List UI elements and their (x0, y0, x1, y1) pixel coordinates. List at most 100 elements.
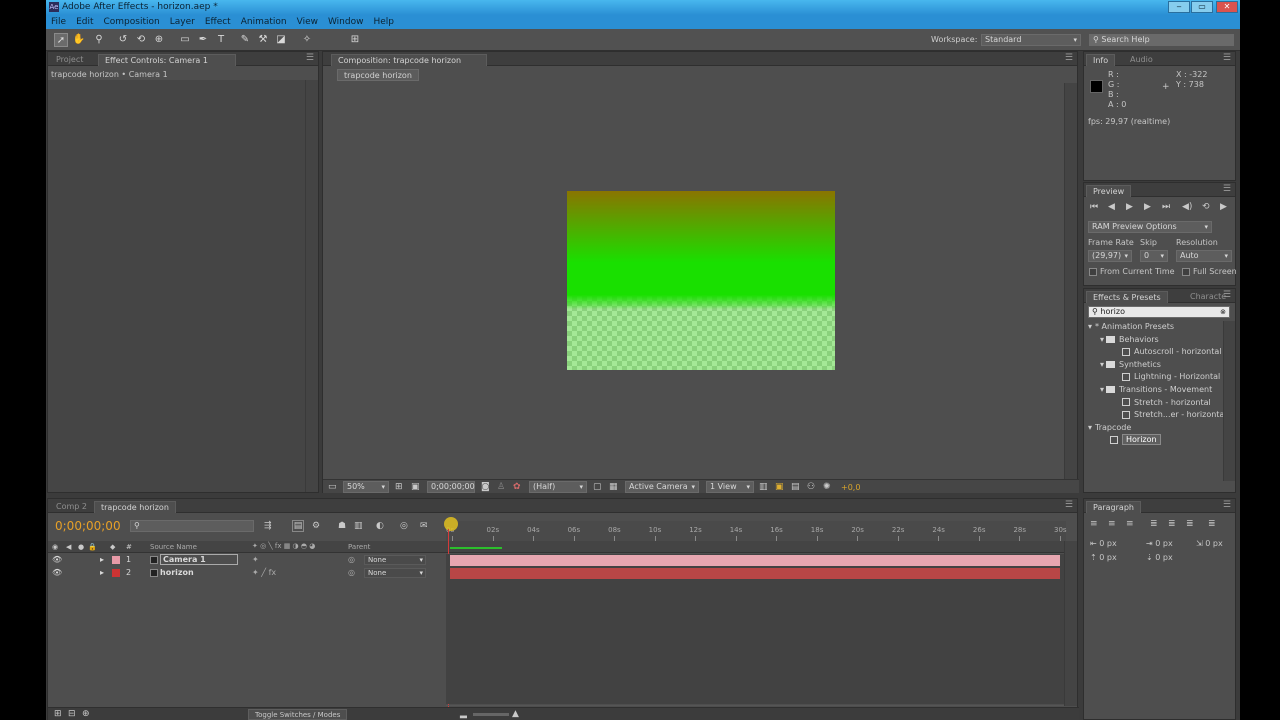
flowchart-icon[interactable]: ⚇ (807, 482, 815, 492)
eye-icon[interactable]: 👁 (52, 554, 62, 566)
next-frame-icon[interactable]: ▶ (1144, 202, 1151, 212)
menu-view[interactable]: View (292, 15, 323, 29)
tab-trapcode-horizon[interactable]: trapcode horizon (94, 501, 176, 513)
justify-right-icon[interactable]: ≣ (1186, 519, 1194, 529)
effects-tree-item[interactable]: ▾ * Animation Presets (1084, 321, 1221, 333)
disclosure-triangle-icon[interactable]: ▾ (1100, 335, 1104, 344)
tab-preview[interactable]: Preview (1086, 185, 1132, 197)
clear-search-icon[interactable]: ⊗ (1220, 307, 1226, 317)
from-current-time-checkbox[interactable] (1089, 268, 1097, 276)
tab-composition[interactable]: Composition: trapcode horizon (331, 54, 487, 66)
menu-effect[interactable]: Effect (200, 15, 236, 29)
composition-scrollbar[interactable] (1064, 83, 1077, 479)
region-of-interest-icon[interactable]: ▢ (593, 482, 602, 492)
effect-controls-scrollbar[interactable] (305, 80, 318, 492)
skip-dropdown[interactable]: 0 ▾ (1140, 250, 1168, 262)
panel-menu-icon[interactable]: ☰ (1065, 501, 1073, 510)
effects-tree-item[interactable]: ▾ Synthetics (1084, 359, 1221, 371)
tab-info[interactable]: Info (1086, 54, 1116, 66)
tab-effects-presets[interactable]: Effects & Presets (1086, 291, 1168, 303)
zoom-dropdown[interactable]: 50% ▾ (343, 481, 389, 493)
lock-toggle-icon[interactable]: 🔒 (88, 542, 97, 552)
effects-tree-item[interactable]: Stretch - horizontal (1084, 397, 1221, 409)
indent-left-field[interactable]: ⇤ 0 px (1090, 539, 1117, 548)
expand-layer-icon[interactable]: ▸ (100, 567, 104, 579)
effects-tree-item[interactable]: Horizon (1084, 434, 1221, 446)
full-screen-checkbox[interactable] (1182, 268, 1190, 276)
menu-composition[interactable]: Composition (99, 15, 165, 29)
solo-toggle-icon[interactable]: ● (78, 542, 84, 552)
eye-icon[interactable]: 👁 (52, 567, 62, 579)
current-time-field[interactable]: 0;00;00;00 (427, 481, 475, 493)
timeline-timecode[interactable]: 0;00;00;00 (55, 519, 121, 533)
timeline-scrollbar[interactable] (1064, 541, 1077, 706)
eraser-tool-icon[interactable]: ◪ (274, 33, 288, 47)
ram-preview-icon[interactable]: ▶ (1220, 202, 1227, 212)
expand-layer-icon[interactable]: ▸ (100, 554, 104, 566)
layer-switches[interactable]: ✦ (252, 554, 259, 566)
axis-mode-icon[interactable]: ⊞ (348, 33, 362, 47)
menu-window[interactable]: Window (323, 15, 369, 29)
transparency-grid-icon[interactable]: ▦ (609, 482, 618, 492)
shy-icon[interactable]: ☗ (338, 521, 346, 531)
clone-stamp-icon[interactable]: ⚒ (256, 33, 270, 47)
layer-duration-bar[interactable] (450, 555, 1060, 566)
timeline-zoom-slider[interactable] (473, 713, 509, 716)
panel-menu-icon[interactable]: ☰ (1065, 54, 1073, 63)
disclosure-triangle-icon[interactable]: ▾ (1100, 385, 1104, 394)
align-left-icon[interactable]: ≡ (1090, 519, 1098, 529)
video-toggle-icon[interactable]: ◉ (52, 542, 58, 552)
layer-switches-icon[interactable]: ⊞ (54, 709, 62, 719)
tab-effect-controls[interactable]: Effect Controls: Camera 1 (98, 54, 236, 66)
selection-tool-icon[interactable]: ➚ (54, 33, 68, 47)
layer-switches[interactable]: ✦ ╱ fx (252, 567, 276, 579)
motion-blur-icon[interactable]: ◐ (376, 521, 384, 531)
maximize-button[interactable]: ▭ (1191, 1, 1213, 13)
pan-behind-icon[interactable]: ⊕ (152, 33, 166, 47)
disclosure-triangle-icon[interactable]: ▾ (1100, 360, 1104, 369)
effects-tree-item[interactable]: Stretch...er - horizontal (1084, 409, 1227, 421)
last-frame-icon[interactable]: ⏭ (1162, 202, 1170, 212)
in-out-icon[interactable]: ⊕ (82, 709, 90, 719)
panel-menu-icon[interactable]: ☰ (1223, 291, 1231, 300)
tab-paragraph[interactable]: Paragraph (1086, 501, 1141, 513)
col-source-name[interactable]: Source Name (150, 543, 197, 551)
brainstorm-icon[interactable]: ✉ (420, 521, 428, 531)
panel-menu-icon[interactable]: ☰ (1223, 185, 1231, 194)
pen-tool-icon[interactable]: ✒ (196, 33, 210, 47)
layer-duration-bar[interactable] (450, 567, 1060, 579)
previous-frame-icon[interactable]: ◀ (1108, 202, 1115, 212)
effects-tree-item[interactable]: Autoscroll - horizontal (1084, 346, 1221, 358)
menu-file[interactable]: File (46, 15, 71, 29)
workspace-dropdown[interactable]: Standard ▾ (981, 34, 1081, 46)
rectangle-tool-icon[interactable]: ▭ (178, 33, 192, 47)
tab-project[interactable]: Project (50, 54, 89, 66)
composition-viewer[interactable] (323, 83, 1065, 479)
mute-audio-icon[interactable]: ◀) (1182, 202, 1192, 212)
effects-search-input[interactable]: ⚲ horizo ⊗ (1088, 306, 1230, 318)
indent-right-field[interactable]: ⇥ 0 px (1146, 539, 1173, 548)
graph-editor-icon[interactable]: ◎ (400, 521, 408, 531)
minimize-button[interactable]: ‒ (1168, 1, 1190, 13)
toggle-pixel-aspect-icon[interactable]: ▥ (759, 482, 768, 492)
puppet-tool-icon[interactable]: ✧ (300, 33, 314, 47)
indent-first-field[interactable]: ⇲ 0 px (1196, 539, 1223, 548)
loop-icon[interactable]: ⟲ (1202, 202, 1210, 212)
composition-subtab[interactable]: trapcode horizon (337, 69, 419, 81)
justify-center-icon[interactable]: ≣ (1168, 519, 1176, 529)
layer-name[interactable]: Camera 1 (160, 554, 238, 565)
close-button[interactable]: ✕ (1216, 1, 1238, 13)
menu-layer[interactable]: Layer (165, 15, 200, 29)
exposure-value[interactable]: +0,0 (841, 483, 860, 492)
zoom-out-icon[interactable]: ▂ (460, 709, 467, 719)
layer-name[interactable]: horizon (160, 567, 194, 579)
layer-row[interactable]: 👁 ▸ 2 horizon ✦ ╱ fx ◎ None ▾ (48, 567, 446, 579)
parent-dropdown[interactable]: None ▾ (364, 567, 426, 578)
transfer-controls-icon[interactable]: ⊟ (68, 709, 76, 719)
live-update-icon[interactable]: ▤ (292, 520, 304, 532)
panel-menu-icon[interactable]: ☰ (1223, 54, 1231, 63)
brush-tool-icon[interactable]: ✎ (238, 33, 252, 47)
frame-blending-icon[interactable]: ▥ (354, 521, 363, 531)
camera-orbit-icon[interactable]: ⟲ (134, 33, 148, 47)
audio-toggle-icon[interactable]: ◀ (66, 542, 71, 552)
